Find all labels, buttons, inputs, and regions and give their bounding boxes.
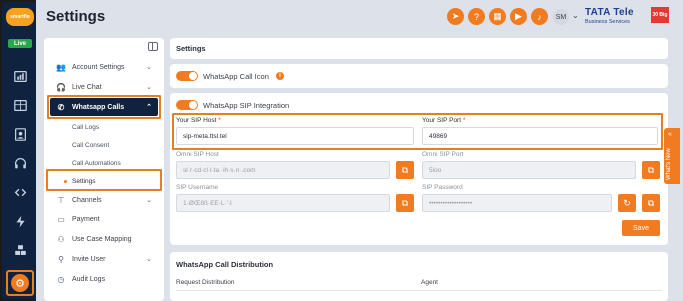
brand-name: TATA Tele (585, 7, 634, 18)
sidebar-item-audit-logs[interactable]: ◷ Audit Logs (44, 270, 164, 288)
sidebar-item-live-chat[interactable]: 🎧 Live Chat ⌄ (44, 78, 164, 96)
help-icon[interactable]: ? (468, 8, 485, 25)
header-actions: ➤ ? ▦ ▶ ♪ (447, 8, 548, 25)
code-icon[interactable] (12, 184, 28, 200)
copy-omni-port-button[interactable]: ⧉ (642, 161, 660, 179)
subitem-call-automations[interactable]: Call Automations (72, 160, 121, 167)
play-icon[interactable]: ▶ (510, 8, 527, 25)
hierarchy-icon: ⊤ (57, 195, 65, 205)
subitem-call-logs[interactable]: Call Logs (72, 124, 99, 131)
chevron-down-icon: ⌄ (146, 197, 152, 204)
collapse-sidebar-icon[interactable] (148, 42, 158, 51)
omni-sip-port-label: Omni SIP Port (422, 151, 464, 158)
sip-password-label: SIP Password (422, 184, 463, 191)
sip-username-label: SIP Username (176, 184, 219, 191)
sip-host-input[interactable]: sip-meta.ttsl.tel (176, 127, 414, 145)
live-badge: Live (8, 39, 32, 48)
chevron-down-icon: ⌄ (146, 84, 152, 91)
sip-username-input: 1·ØŒ8ß·EE·L·'·l (176, 194, 390, 212)
info-icon[interactable]: i (276, 72, 284, 80)
save-button[interactable]: Save (622, 220, 660, 236)
sidebar-item-label: Live Chat (72, 83, 102, 91)
bolt-icon[interactable] (12, 213, 28, 229)
contacts-icon[interactable] (12, 126, 28, 142)
headset-icon[interactable] (12, 155, 28, 171)
brand-badge: 30 Big (651, 7, 669, 23)
request-distribution-header: Request Distribution (176, 279, 235, 286)
section-title: Settings (176, 44, 206, 53)
settings-subitem-highlight (46, 169, 162, 191)
sidebar-item-account-settings[interactable]: 👥 Account Settings ⌄ (44, 58, 164, 76)
distribution-title: WhatsApp Call Distribution (176, 260, 274, 269)
whatsapp-calls-highlight (47, 95, 161, 119)
sip-port-label: Your SIP Port * (422, 117, 466, 124)
sidebar-item-label: Use Case Mapping (72, 235, 132, 243)
brand-sub: Business Services (585, 19, 630, 25)
omni-sip-host-input: sl·r·cd·cl·l·ta ·ih·s·n·.com (176, 161, 390, 179)
sip-port-input[interactable]: 49869 (422, 127, 658, 145)
whatsapp-sip-label: WhatsApp SIP Integration (203, 101, 290, 110)
sidebar-item-label: Audit Logs (72, 275, 106, 283)
user-plus-icon: ⚲ (58, 254, 64, 264)
sip-password-input: ••••••••••••••••••• (422, 194, 612, 212)
refresh-password-icon[interactable]: ↻ (618, 194, 636, 212)
whatsapp-call-icon-card: WhatsApp Call Icon i (170, 64, 668, 88)
users-icon: 👥 (56, 62, 66, 72)
tata-tele-brand: TATA Tele Business Services 30 Big (585, 7, 669, 25)
whatsapp-sip-toggle[interactable] (176, 100, 198, 110)
copy-password-button[interactable]: ⧉ (642, 194, 660, 212)
whats-new-tab[interactable]: « What's New (664, 128, 680, 184)
divider (176, 290, 662, 291)
sidebar-item-label: Account Settings (72, 63, 125, 71)
gift-icon[interactable]: ▦ (489, 8, 506, 25)
sidebar-item-invite-user[interactable]: ⚲ Invite User ⌄ (44, 250, 164, 268)
gear-icon[interactable]: ⚙ (11, 274, 29, 292)
clock-icon: ◷ (57, 274, 65, 284)
copy-username-button[interactable]: ⧉ (396, 194, 414, 212)
settings-sidebar: 👥 Account Settings ⌄ 🎧 Live Chat ⌄ ✆ Wha… (44, 38, 164, 301)
table-icon[interactable] (12, 97, 28, 113)
whatsapp-call-icon-toggle[interactable] (176, 71, 198, 81)
settings-rail-highlight[interactable]: ⚙ (6, 270, 34, 296)
sidebar-item-label: Invite User (72, 255, 106, 263)
wallet-icon: ▭ (57, 214, 65, 224)
send-icon[interactable]: ➤ (447, 8, 464, 25)
omni-sip-host-label: Omni SIP Host (176, 151, 219, 158)
call-distribution-card: WhatsApp Call Distribution Request Distr… (170, 252, 668, 301)
sidebar-item-channels[interactable]: ⊤ Channels ⌄ (44, 191, 164, 209)
chevron-down-icon[interactable]: ⌄ (572, 11, 579, 20)
omni-sip-port-input: 5ioo (422, 161, 636, 179)
sip-host-label: Your SIP Host * (176, 117, 221, 124)
sidebar-item-payment[interactable]: ▭ Payment (44, 210, 164, 228)
settings-section-header: Settings (170, 38, 668, 59)
headphones-icon: 🎧 (56, 82, 66, 92)
left-rail: smartflo Live ⚙ (0, 0, 36, 301)
boxes-icon[interactable] (12, 242, 28, 258)
sidebar-item-use-case-mapping[interactable]: ⚇ Use Case Mapping (44, 230, 164, 248)
whatsapp-call-icon-label: WhatsApp Call Icon (203, 72, 269, 81)
agent-header: Agent (421, 279, 438, 286)
whats-new-label: What's New (666, 148, 672, 180)
sidebar-item-label: Channels (72, 196, 102, 204)
chevron-left-icon: « (668, 131, 672, 138)
chevron-down-icon: ⌄ (146, 64, 152, 71)
smartflo-logo[interactable]: smartflo (6, 8, 34, 26)
subitem-call-consent[interactable]: Call Consent (72, 142, 109, 149)
analytics-icon[interactable] (12, 68, 28, 84)
chevron-down-icon: ⌄ (146, 256, 152, 263)
page-title: Settings (46, 8, 106, 25)
bell-icon[interactable]: ♪ (531, 8, 548, 25)
avatar[interactable]: SM (553, 9, 569, 25)
mapping-icon: ⚇ (57, 234, 65, 244)
copy-omni-host-button[interactable]: ⧉ (396, 161, 414, 179)
sidebar-item-label: Payment (72, 215, 100, 223)
